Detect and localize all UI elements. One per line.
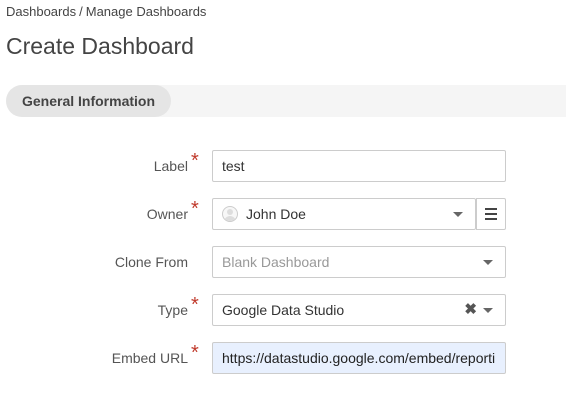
page-title: Create Dashboard [6,33,194,59]
required-marker: * [191,294,199,316]
breadcrumb: Dashboards / Manage Dashboards [6,4,206,19]
clear-selection-icon[interactable]: ✖ [464,295,477,325]
clone-from-field-label: Clone From [114,254,188,270]
form-row-owner: Owner * John Doe [0,198,566,230]
type-select[interactable]: Google Data Studio ✖ [212,294,506,326]
embed-url-input[interactable]: https://datastudio.google.com/embed/repo… [212,342,506,374]
clone-from-placeholder: Blank Dashboard [222,254,330,270]
section-tab-general-information[interactable]: General Information [6,85,171,117]
owner-select-value: John Doe [246,206,306,222]
required-marker: * [191,342,199,364]
form-row-clone-from: Clone From Blank Dashboard [0,246,566,278]
chevron-down-icon[interactable] [483,308,493,313]
clone-from-select[interactable]: Blank Dashboard [212,246,506,278]
owner-field-label: Owner [146,206,188,222]
label-field-label: Label [153,158,188,174]
breadcrumb-separator: / [79,4,83,19]
breadcrumb-link-manage-dashboards[interactable]: Manage Dashboards [86,4,207,19]
section-header: General Information [6,85,566,117]
type-field-label: Type [157,302,188,318]
chevron-down-icon[interactable] [483,260,493,265]
user-avatar-icon [222,206,238,222]
form-row-type: Type * Google Data Studio ✖ [0,294,566,326]
label-input[interactable]: test [212,150,506,182]
label-input-value: test [222,158,245,174]
embed-url-field-label: Embed URL [111,350,188,366]
breadcrumb-link-dashboards[interactable]: Dashboards [6,4,76,19]
owner-list-button[interactable] [476,198,506,230]
required-marker: * [191,150,199,172]
form-row-label: Label * test [0,150,566,182]
type-select-value: Google Data Studio [222,302,345,318]
required-marker: * [191,198,199,220]
chevron-down-icon[interactable] [453,212,463,217]
owner-select[interactable]: John Doe [212,198,476,230]
embed-url-input-value: https://datastudio.google.com/embed/repo… [222,350,496,366]
form-row-embed-url: Embed URL * https://datastudio.google.co… [0,342,566,374]
